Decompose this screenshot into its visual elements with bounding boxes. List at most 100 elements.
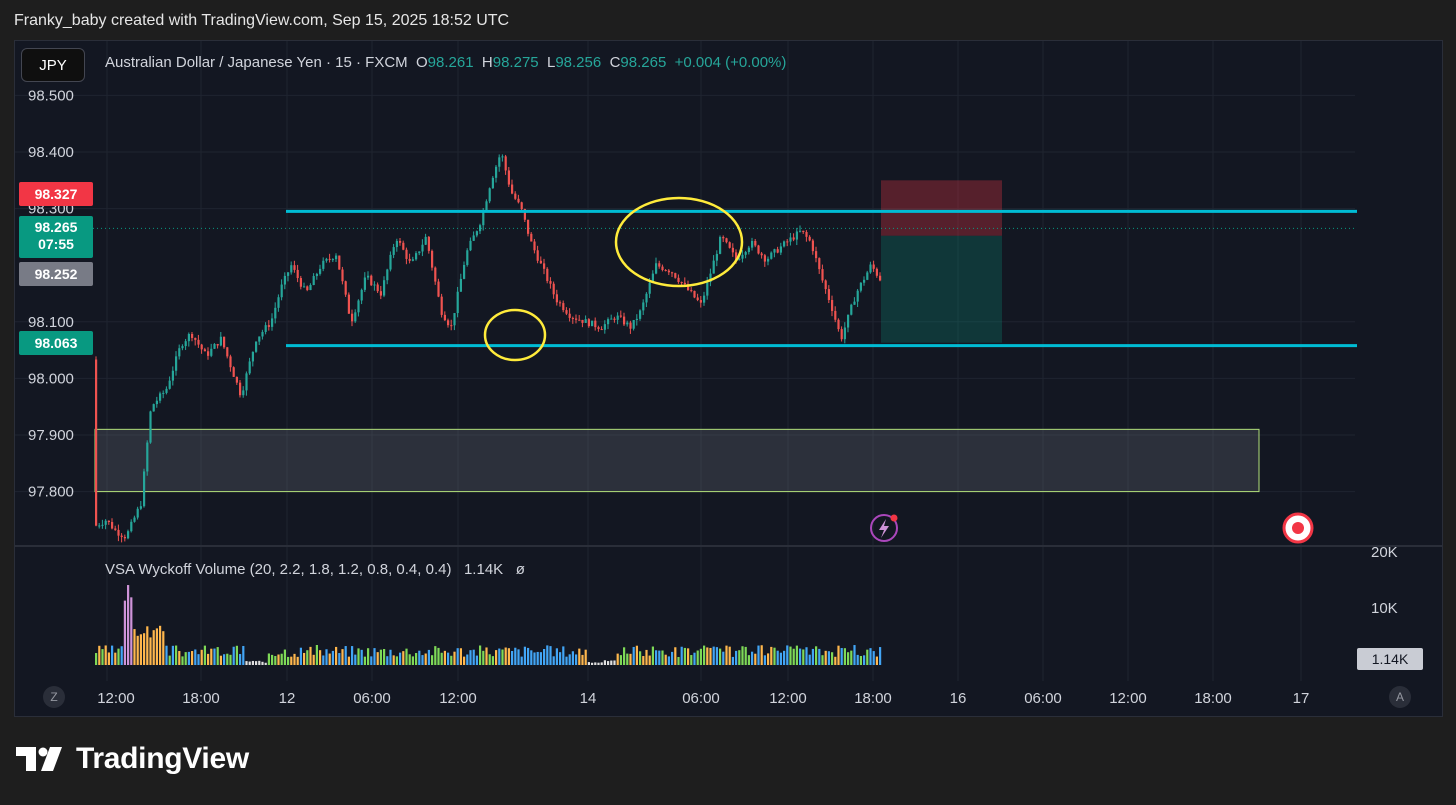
volume-bar	[107, 652, 110, 665]
volume-bar	[763, 655, 766, 665]
volume-bar	[824, 650, 827, 665]
volume-bar	[719, 648, 722, 665]
candle-body	[498, 157, 501, 167]
volume-bar	[459, 648, 462, 665]
volume-bar	[152, 630, 155, 665]
time-axis-label: 12:00	[439, 690, 477, 707]
candle-body	[754, 240, 757, 246]
volume-bar	[853, 645, 856, 665]
candle-body	[328, 258, 331, 260]
volume-bar	[469, 650, 472, 665]
volume-bar	[114, 652, 117, 665]
volume-bar	[360, 649, 363, 665]
candle-body	[501, 156, 504, 158]
volume-bar	[690, 655, 693, 665]
volume-bar	[296, 656, 299, 665]
last-price-tag: 98.265 07:55	[19, 216, 93, 258]
candle-body	[626, 322, 629, 325]
candle-body	[223, 336, 226, 348]
candle-body	[325, 258, 328, 261]
candle-body	[504, 156, 507, 171]
volume-bar	[639, 651, 642, 665]
candle-body	[837, 319, 840, 330]
volume-bar	[104, 645, 107, 665]
candle-body	[271, 318, 274, 327]
candle-body	[360, 289, 363, 301]
candle-body	[783, 241, 786, 247]
candle-body	[507, 170, 510, 185]
time-axis-label: 18:00	[182, 690, 220, 707]
volume-bars-group	[95, 585, 882, 665]
volume-bar	[178, 651, 181, 665]
candle-body	[827, 289, 830, 301]
volume-bar	[408, 654, 411, 665]
candle-body	[127, 531, 130, 539]
volume-bar	[677, 656, 680, 665]
candle-body	[699, 300, 702, 303]
candle-body	[383, 280, 386, 296]
time-axis-label: 12:00	[97, 690, 135, 707]
volume-bar	[168, 655, 171, 665]
candle-body	[879, 275, 882, 281]
volume-bar	[239, 654, 242, 665]
visibility-icon[interactable]: ø	[516, 561, 525, 578]
high-value: 98.275	[492, 54, 539, 71]
candle-body	[274, 307, 277, 319]
volume-bar	[843, 648, 846, 665]
candle-body	[98, 525, 101, 527]
candle-body	[808, 236, 811, 241]
chart-attribution: Franky_baby created with TradingView.com…	[14, 12, 510, 29]
volume-bar	[847, 652, 850, 665]
volume-bar	[728, 646, 731, 665]
volume-bar	[258, 660, 261, 665]
bar-countdown: 07:55	[38, 236, 74, 252]
candle-body	[834, 310, 837, 320]
candle-body	[578, 319, 581, 321]
volume-bar	[767, 653, 770, 665]
volume-bar	[194, 649, 197, 665]
candle-body	[527, 219, 530, 234]
candle-body	[101, 524, 104, 526]
candle-body	[562, 303, 565, 311]
candle-body	[587, 319, 590, 327]
volume-bar	[856, 654, 859, 665]
candle-body	[530, 233, 533, 242]
symbol-button[interactable]: JPY	[21, 48, 85, 82]
time-axis-label: 17	[1293, 690, 1310, 707]
volume-bar	[674, 647, 677, 665]
volume-bar	[757, 645, 760, 665]
volume-bar	[475, 655, 478, 665]
volume-bar	[789, 646, 792, 665]
change-value: +0.004 (+0.00%)	[674, 54, 787, 71]
chart-panel[interactable]: 98.500 98.400 98.300 98.100 98.000 97.900 97.8…	[14, 40, 1443, 717]
candle-body	[405, 249, 408, 259]
candle-body	[696, 297, 699, 301]
volume-bar	[261, 661, 264, 665]
candle-body	[207, 351, 210, 356]
volume-bar	[162, 631, 165, 665]
volume-bar	[568, 654, 571, 665]
volume-bar	[808, 654, 811, 665]
volume-bar	[597, 662, 600, 665]
volume-bar	[514, 647, 517, 665]
brand-name: TradingView	[76, 742, 249, 775]
candle-body	[354, 312, 357, 322]
volume-indicator-legend[interactable]: VSA Wyckoff Volume (20, 2.2, 1.8, 1.2, 0…	[105, 561, 525, 578]
auto-scale-button[interactable]: A	[1389, 686, 1411, 708]
volume-bar	[792, 648, 795, 665]
volume-bar	[613, 660, 616, 665]
candle-body	[555, 294, 558, 303]
candle-body	[786, 241, 789, 243]
volume-bar	[287, 656, 290, 665]
volume-bar	[559, 652, 562, 665]
candle-body	[443, 314, 446, 321]
chart-canvas[interactable]: 98.50098.40098.30098.10098.00097.90097.8…	[15, 41, 1443, 717]
candle-body	[731, 247, 734, 253]
candle-body	[248, 361, 251, 374]
candle-body	[331, 259, 334, 261]
candle-body	[514, 193, 517, 199]
candle-body	[267, 325, 270, 327]
zoom-button[interactable]: Z	[43, 686, 65, 708]
candle-body	[725, 238, 728, 243]
volume-bar	[133, 629, 136, 665]
